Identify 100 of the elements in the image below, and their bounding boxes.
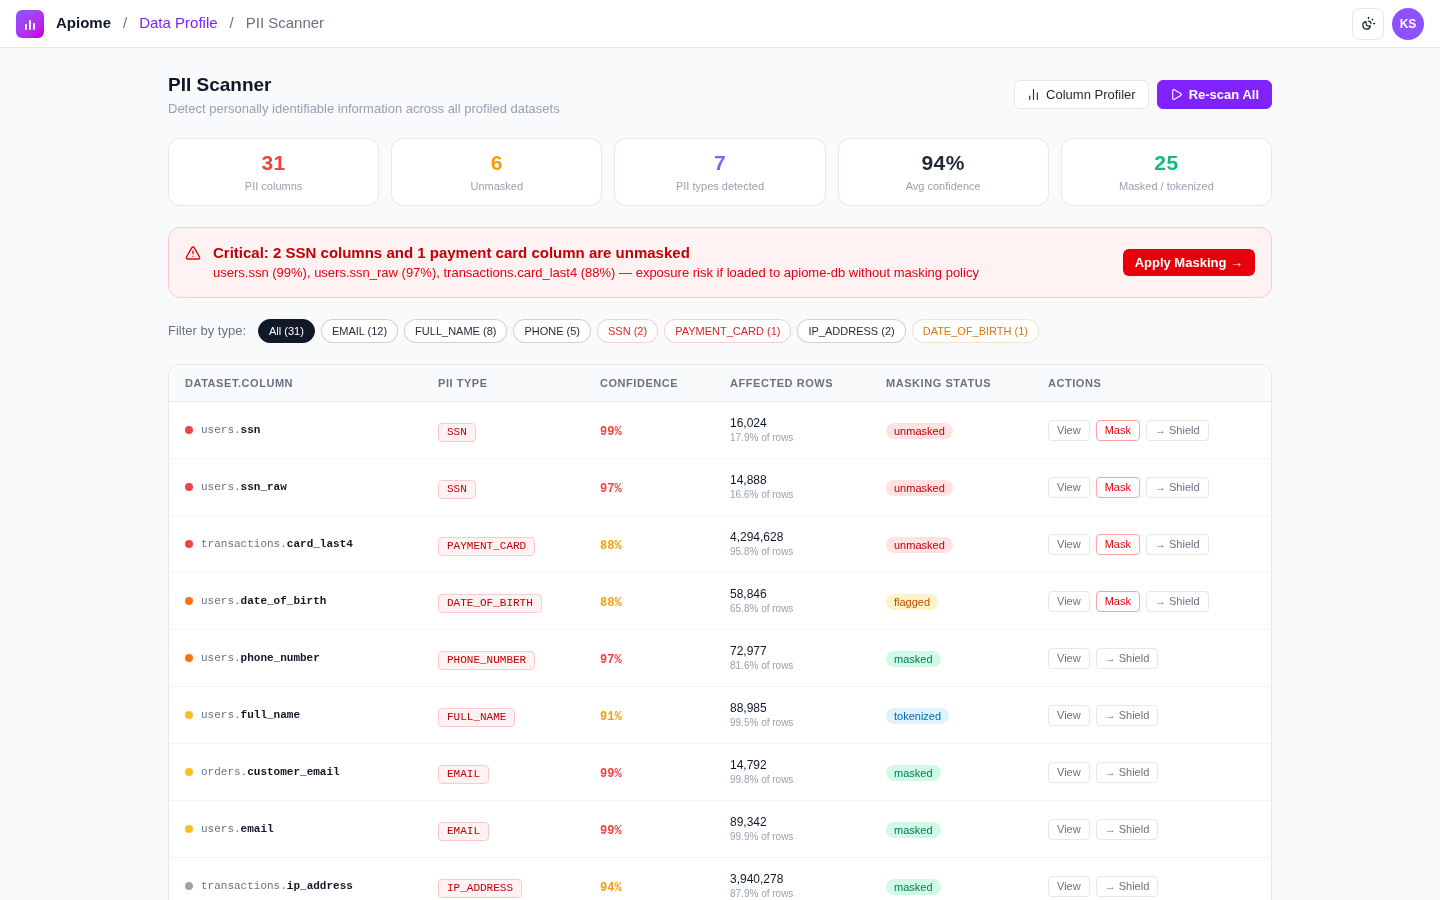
row-action-button[interactable]: Mask [1095, 590, 1140, 612]
confidence-value: 97% [600, 653, 622, 667]
column-profiler-button[interactable]: Column Profiler [1014, 80, 1149, 109]
brand-name[interactable]: Apiome [56, 12, 111, 35]
affected-share: 81.6% of rows [730, 659, 794, 673]
column-header: AFFECTED ROWS [730, 375, 835, 391]
pii-type-tag: EMAIL [438, 764, 489, 784]
masking-status-badge: masked [886, 822, 941, 839]
affected-share: 65.8% of rows [730, 602, 794, 616]
affected-share: 99.8% of rows [730, 773, 794, 787]
page-title: PII Scanner [168, 73, 273, 97]
filter-pill[interactable]: IP_ADDRESS (2) [797, 319, 906, 343]
affected-share: 17.9% of rows [730, 431, 794, 445]
affected-count: 14,888 [730, 472, 767, 488]
stat-label: Avg confidence [905, 178, 981, 194]
dataset-column-name: users.email [201, 821, 274, 837]
pii-type-tag: FULL_NAME [438, 707, 516, 727]
dataset-column-name: transactions.ip_address [201, 878, 353, 894]
warning-icon [185, 244, 201, 261]
row-action-button[interactable]: Mask [1095, 419, 1140, 441]
affected-count: 88,985 [730, 700, 767, 716]
affected-count: 3,940,278 [730, 871, 784, 887]
dataset-column-name: users.full_name [201, 707, 301, 723]
masking-status-badge: masked [886, 765, 941, 782]
confidence-value: 99% [600, 767, 622, 781]
dataset-column-name: transactions.card_last4 [201, 536, 353, 552]
column-header: PII TYPE [438, 375, 489, 391]
row-action-button[interactable]: → Shield [1095, 875, 1159, 897]
affected-share: 99.9% of rows [730, 830, 794, 844]
affected-share: 16.6% of rows [730, 488, 794, 502]
masking-status-badge: unmasked [886, 480, 953, 497]
confidence-value: 94% [600, 881, 622, 895]
stat-label: Masked / tokenized [1119, 178, 1214, 194]
dataset-column-name: users.date_of_birth [201, 593, 327, 609]
stat-value: 7 [713, 150, 727, 175]
filter-pill[interactable]: All (31) [258, 319, 315, 343]
row-action-button[interactable]: View [1048, 761, 1090, 783]
affected-count: 89,342 [730, 814, 767, 830]
row-action-button[interactable]: → Shield [1095, 818, 1159, 840]
masking-status-badge: unmasked [886, 537, 953, 554]
pii-type-tag: EMAIL [438, 821, 489, 841]
row-action-button[interactable]: Mask [1095, 476, 1140, 498]
filter-pill[interactable]: DATE_OF_BIRTH (1) [911, 319, 1040, 343]
affected-count: 14,792 [730, 757, 767, 773]
row-action-button[interactable]: → Shield [1145, 533, 1209, 555]
breadcrumb-current: PII Scanner [245, 13, 325, 34]
row-action-button[interactable]: → Shield [1095, 761, 1159, 783]
row-action-button[interactable]: → Shield [1095, 647, 1159, 669]
breadcrumb-link[interactable]: Data Profile [139, 12, 218, 35]
filter-label: Filter by type: [168, 322, 247, 341]
play-icon [1169, 88, 1183, 101]
row-action-button[interactable]: Mask [1095, 533, 1140, 555]
sun-moon-icon [1360, 16, 1376, 31]
theme-toggle-button[interactable] [1352, 7, 1384, 40]
pii-type-tag: SSN [438, 479, 476, 499]
dataset-column-name: users.phone_number [201, 650, 320, 666]
column-header: CONFIDENCE [600, 375, 680, 391]
row-action-button[interactable]: View [1048, 419, 1090, 441]
pii-type-tag: PHONE_NUMBER [438, 650, 536, 670]
row-action-button[interactable]: View [1048, 476, 1090, 498]
masking-status-badge: masked [886, 879, 941, 896]
row-action-button[interactable]: View [1048, 875, 1090, 897]
alert-title: Critical: 2 SSN columns and 1 payment card column are unmasked [213, 242, 691, 263]
confidence-value: 88% [600, 539, 622, 553]
dataset-column-name: users.ssn [201, 422, 261, 438]
row-action-button[interactable]: View [1048, 533, 1090, 555]
filter-pill[interactable]: SSN (2) [597, 319, 659, 343]
pii-type-tag: IP_ADDRESS [438, 878, 522, 898]
avatar[interactable]: KS [1392, 7, 1424, 40]
apply-masking-button[interactable]: Apply Masking → [1122, 249, 1255, 276]
row-action-button[interactable]: View [1048, 704, 1090, 726]
masking-status-badge: tokenized [886, 708, 950, 725]
masking-status-badge: flagged [886, 594, 939, 611]
affected-share: 95.8% of rows [730, 545, 794, 559]
breadcrumb-separator: / [229, 13, 234, 34]
rescan-button[interactable]: Re-scan All [1156, 80, 1272, 109]
stat-label: PII columns [244, 178, 303, 194]
filter-pill[interactable]: PAYMENT_CARD (1) [664, 319, 792, 343]
pii-type-tag: SSN [438, 422, 476, 442]
filter-pill[interactable]: PHONE (5) [513, 319, 592, 343]
row-action-button[interactable]: → Shield [1145, 590, 1209, 612]
stat-value: 25 [1154, 150, 1179, 175]
column-header: DATASET.COLUMN [185, 375, 295, 391]
filter-pill[interactable]: EMAIL (12) [320, 319, 399, 343]
stat-label: PII types detected [675, 178, 764, 194]
bar-chart-icon [1027, 88, 1041, 101]
column-header: ACTIONS [1048, 375, 1103, 391]
affected-share: 99.5% of rows [730, 716, 794, 730]
affected-count: 72,977 [730, 643, 767, 659]
affected-count: 4,294,628 [730, 529, 784, 545]
stat-value: 94% [921, 150, 965, 175]
row-action-button[interactable]: → Shield [1095, 704, 1159, 726]
row-action-button[interactable]: → Shield [1145, 419, 1209, 441]
filter-pill[interactable]: FULL_NAME (8) [404, 319, 508, 343]
confidence-value: 91% [600, 710, 622, 724]
row-action-button[interactable]: View [1048, 818, 1090, 840]
row-action-button[interactable]: → Shield [1145, 476, 1209, 498]
row-action-button[interactable]: View [1048, 647, 1090, 669]
row-action-button[interactable]: View [1048, 590, 1090, 612]
masking-status-badge: unmasked [886, 423, 953, 440]
